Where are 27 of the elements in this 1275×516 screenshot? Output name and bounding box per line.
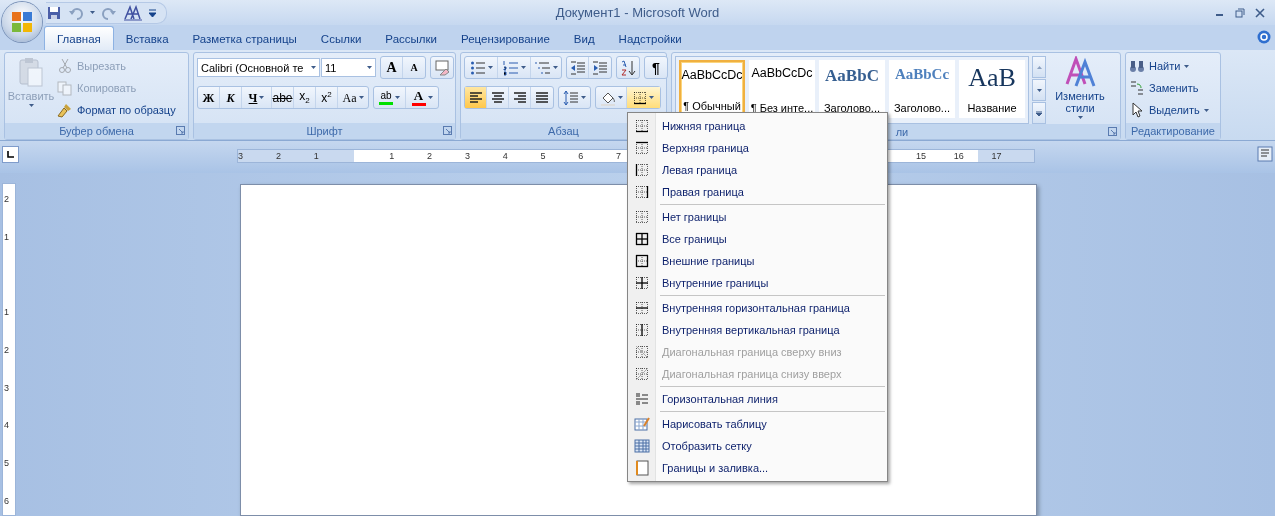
ruler-number: 16 — [953, 150, 964, 162]
group-label: Буфер обмена — [59, 125, 134, 137]
ruler-number: 1 — [313, 150, 319, 162]
window-title: Документ1 - Microsoft Word — [555, 5, 720, 20]
group-label: Редактирование — [1131, 125, 1215, 137]
group-label: ли — [894, 125, 909, 138]
ruler-number: 2 — [4, 344, 9, 355]
ruler-number: 7 — [616, 150, 622, 162]
ruler-number: 5 — [540, 150, 546, 162]
ruler-number: 1 — [389, 150, 395, 162]
ruler-number: 17 — [991, 150, 1002, 162]
ruler-number: 4 — [4, 420, 9, 431]
group-label: Шрифт — [306, 125, 343, 137]
ruler-number: 2 — [427, 150, 433, 162]
ruler-number: 1 — [4, 307, 9, 317]
ruler-number: 15 — [916, 150, 926, 162]
ruler-number: 2 — [275, 150, 281, 162]
ruler-number: 6 — [578, 150, 584, 162]
ruler-number: 3 — [238, 150, 244, 162]
ruler-number: 2 — [4, 194, 9, 204]
ruler-number: 1 — [4, 231, 9, 242]
ruler-number: 6 — [4, 496, 9, 506]
ruler-number: 5 — [4, 458, 9, 469]
ruler-number: 3 — [464, 150, 470, 162]
ruler-number: 4 — [502, 150, 508, 162]
group-label: Абзац — [548, 125, 579, 137]
ruler-number: 3 — [4, 382, 9, 393]
